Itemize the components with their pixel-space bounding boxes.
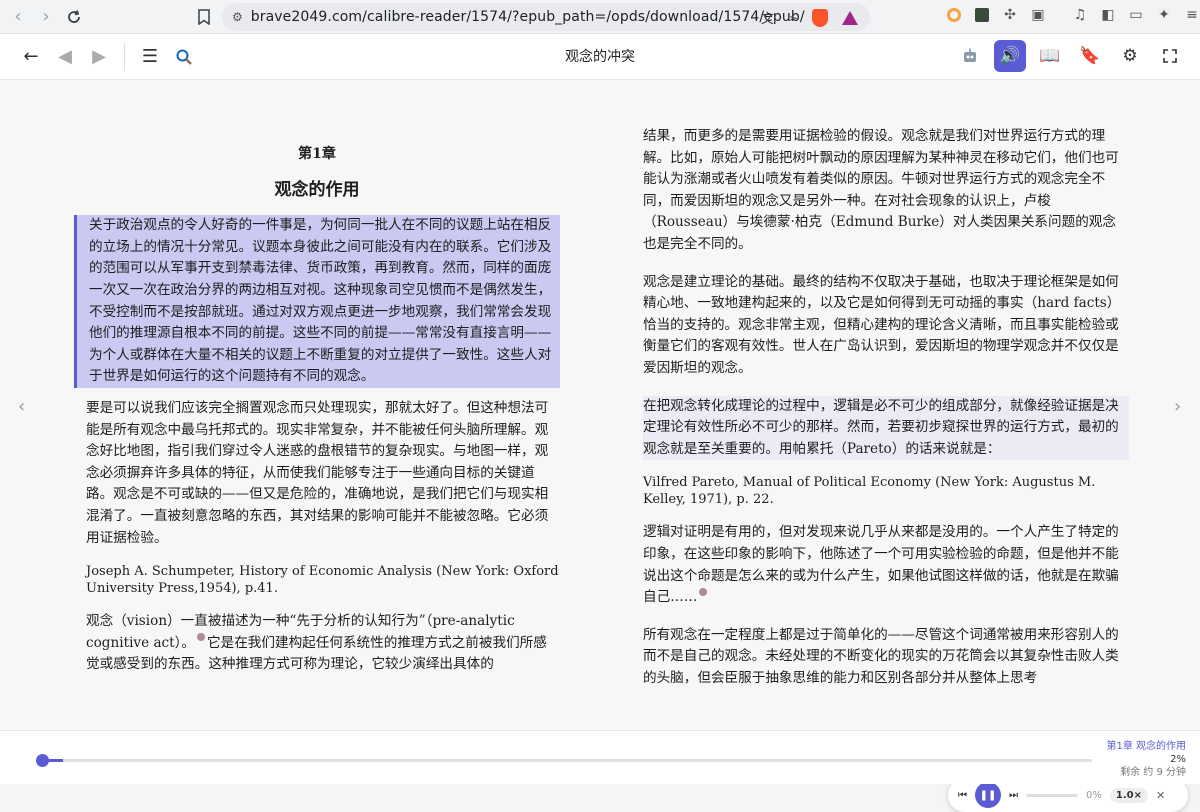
chapter-number: 第1章 [298, 146, 336, 162]
reload-icon[interactable] [60, 3, 88, 31]
speaker-icon[interactable]: 🔊 [994, 40, 1026, 72]
menu-icon[interactable]: ≡ [1182, 5, 1200, 25]
search-icon[interactable] [167, 40, 201, 74]
translate-icon[interactable]: 文 [761, 8, 774, 27]
send-icon[interactable]: ➢ [788, 11, 798, 25]
book-icon[interactable]: 📖 [1034, 40, 1066, 72]
progress-percent: 2% [1170, 754, 1186, 765]
url-text: brave2049.com/calibre-reader/1574/?epub_… [250, 9, 805, 25]
screenshot-icon[interactable]: ▣ [1028, 5, 1048, 25]
left-page: 第1章 观念的作用 关于政治观点的令人好奇的一件事是，为何同一批人在不同的议题上… [74, 80, 560, 686]
paragraph: 逻辑对证明是有用的，但对发现来说几乎从来都是没用的。一个人产生了特定的印象，在这… [643, 522, 1129, 608]
back-arrow-icon[interactable]: ‹ [4, 3, 32, 31]
reader-toolbar: 观念的冲突 ← ◀ ▶ ☰ 🔊 📖 🔖 ⚙ [0, 34, 1200, 80]
audio-percent: 0% [1086, 789, 1102, 801]
settings-gear-icon[interactable]: ⚙ [1114, 40, 1146, 72]
bookmark-ribbon-icon[interactable]: 🔖 [1074, 40, 1106, 72]
pause-button[interactable]: ❚❚ [975, 782, 1001, 808]
browser-toolbar: ‹ › ⚙ brave2049.com/calibre-reader/1574/… [0, 0, 1200, 34]
next-page-arrow-icon[interactable]: › [1174, 396, 1181, 417]
paragraph: 要是可以说我们应该完全搁置观念而只处理现实，那就太好了。但这种想法可能是所有观念… [86, 399, 549, 546]
address-bar[interactable]: ⚙ brave2049.com/calibre-reader/1574/?epu… [222, 3, 870, 31]
brave-rewards-icon[interactable] [842, 10, 858, 25]
audio-progress-slider[interactable] [1026, 793, 1078, 797]
forward-arrow-icon[interactable]: › [32, 3, 60, 31]
progress-info: 第1章 观念的作用 2% 剩余 约 9 分钟 [1106, 740, 1186, 779]
footnote-marker-icon[interactable] [197, 633, 206, 642]
ai-robot-icon[interactable] [954, 40, 986, 72]
fullscreen-icon[interactable] [1154, 40, 1186, 72]
wallet-icon[interactable]: ▭ [1126, 5, 1146, 25]
paragraph: 观念（vision）一直被描述为一种“先于分析的认知行为”（pre-analyt… [74, 611, 560, 676]
extension-icon[interactable] [972, 5, 992, 25]
highlighted-paragraph[interactable]: 关于政治观点的令人好奇的一件事是，为何同一批人在不同的议题上站在相反的立场上的情… [74, 215, 560, 388]
next-page-icon[interactable]: ▶ [82, 40, 116, 74]
previous-page-icon[interactable]: ◀ [48, 40, 82, 74]
paragraph: 结果，而更多的是需要用证据检验的假设。观念就是我们对世界运行方式的理解。比如，原… [643, 128, 1119, 252]
chapter-title: 观念的作用 [274, 179, 360, 200]
brave-shield-icon[interactable] [812, 8, 828, 27]
leo-icon[interactable]: ✦ [1154, 5, 1174, 25]
footnote-reference: Joseph A. Schumpeter, History of Economi… [86, 564, 559, 597]
back-icon[interactable]: ← [14, 40, 48, 74]
bookmark-icon[interactable] [190, 3, 218, 31]
music-icon[interactable]: ♫ [1070, 5, 1090, 25]
reader-content: ‹ › 第1章 观念的作用 关于政治观点的令人好奇的一件事是，为何同一批人在不同… [0, 80, 1200, 812]
current-chapter[interactable]: 第1章 观念的作用 [1106, 740, 1186, 753]
progress-handle[interactable] [36, 754, 49, 767]
paragraph: 观念是建立理论的基础。最终的结构不仅取决于基础，也取决于理论框架是如何精心地、一… [643, 273, 1121, 376]
toc-menu-icon[interactable]: ☰ [133, 40, 167, 74]
paragraph-text: 逻辑对证明是有用的，但对发现来说几乎从来都是没用的。一个人产生了特定的印象，在这… [643, 524, 1119, 606]
footnote-marker-icon[interactable] [699, 587, 708, 596]
reading-progress-bar: 第1章 观念的作用 2% 剩余 约 9 分钟 [0, 730, 1200, 784]
sidebar-icon[interactable]: ◧ [1098, 5, 1118, 25]
skip-forward-icon[interactable]: ⏭ [1009, 790, 1018, 801]
site-settings-icon[interactable]: ⚙ [232, 10, 243, 24]
close-icon[interactable]: ✕ [1156, 789, 1165, 802]
speed-button[interactable]: 1.0× [1109, 787, 1148, 803]
highlighted-paragraph[interactable]: 在把观念转化成理论的过程中，逻辑是必不可少的组成部分，就像经验证据是决定理论有效… [643, 395, 1129, 461]
progress-track[interactable] [42, 759, 1092, 762]
prev-page-arrow-icon[interactable]: ‹ [18, 396, 25, 417]
extension-icon[interactable] [944, 5, 964, 25]
paragraph: 所有观念在一定程度上都是过于简单化的——尽管这个词通常被用来形容别人的而不是自己… [643, 626, 1119, 686]
right-page: 结果，而更多的是需要用证据检验的假设。观念就是我们对世界运行方式的理解。比如，原… [643, 126, 1129, 699]
skip-back-icon[interactable]: ⏮ [958, 790, 967, 801]
time-remaining: 剩余 约 9 分钟 [1120, 767, 1186, 778]
puzzle-icon[interactable]: ✣ [1000, 5, 1020, 25]
footnote-reference: Vilfred Pareto, Manual of Political Econ… [643, 475, 1096, 508]
